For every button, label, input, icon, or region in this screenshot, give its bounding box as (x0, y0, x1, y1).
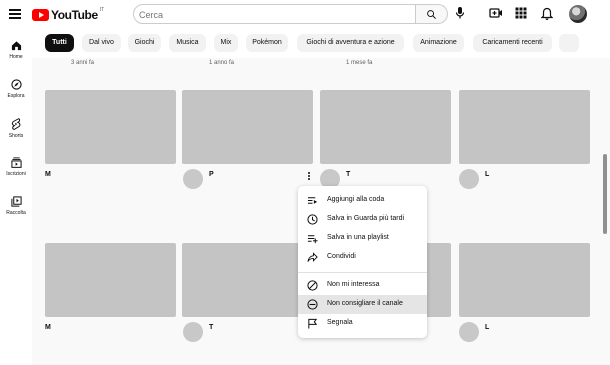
menu-item-label: Condividi (327, 253, 356, 260)
chip-caricamenti-recenti[interactable]: Caricamenti recenti (473, 34, 552, 52)
channel-avatar[interactable] (183, 169, 203, 189)
video-title[interactable]: L (485, 324, 489, 331)
menu-item-label: Non consigliare il canale (327, 300, 403, 307)
flag-icon (308, 318, 318, 329)
chip-tutti[interactable]: Tutti (45, 34, 74, 52)
block-channel-icon (307, 299, 318, 310)
sidebar-item-explore[interactable]: Esplora (0, 79, 32, 99)
youtube-page: YouTube IT Cerca Home Esplora Shorts Isc… (0, 0, 610, 365)
shorts-icon (11, 118, 21, 130)
home-icon (11, 41, 21, 51)
top-header: YouTube IT (0, 0, 610, 30)
chip-musica[interactable]: Musica (169, 34, 206, 52)
video-title[interactable]: M (45, 324, 51, 331)
video-thumbnail[interactable] (459, 90, 590, 164)
clock-icon (307, 214, 318, 225)
user-avatar[interactable] (569, 5, 587, 23)
chip-dal-vivo[interactable]: Dal vivo (82, 34, 121, 52)
video-title[interactable]: M (45, 171, 51, 178)
apps-grid-icon[interactable] (515, 7, 527, 19)
menu-item-label: Segnala (327, 319, 353, 326)
sidebar-label: Shorts (8, 133, 24, 139)
sidebar-label: Esplora (7, 93, 25, 99)
chip-partial[interactable] (559, 34, 579, 52)
sidebar-label: Raccolta (6, 210, 26, 216)
sidebar: Home Esplora Shorts Iscrizioni Raccolta (0, 30, 32, 365)
chip-mix[interactable]: Mix (214, 34, 238, 52)
menu-item-label: Salva in Guarda più tardi (327, 215, 405, 222)
share-icon (307, 252, 318, 262)
video-title[interactable]: T (209, 324, 213, 331)
channel-avatar[interactable] (183, 322, 203, 342)
search-input[interactable] (139, 8, 409, 21)
menu-item-label: Salva in una playlist (327, 234, 389, 241)
category-chips-bar: Tutti Dal vivo Giochi Musica Mix Pokémon… (32, 30, 610, 58)
sidebar-item-subscriptions[interactable]: Iscrizioni (0, 157, 32, 177)
menu-item-report[interactable]: Segnala (298, 314, 427, 333)
library-icon (10, 196, 22, 207)
video-title[interactable]: L (485, 171, 489, 178)
not-interested-icon (307, 280, 318, 291)
add-to-queue-icon (307, 197, 318, 204)
menu-item-dont-recommend-channel[interactable]: Non consigliare il canale (298, 295, 427, 314)
search-icon (427, 10, 436, 19)
more-options-icon[interactable] (306, 172, 312, 182)
menu-item-label: Non mi interessa (327, 281, 380, 288)
menu-item-watch-later[interactable]: Salva in Guarda più tardi (298, 210, 427, 229)
logo-text: YouTube (51, 8, 98, 22)
subscriptions-icon (10, 157, 22, 168)
video-title[interactable]: T (346, 171, 350, 178)
video-thumbnail[interactable] (320, 90, 451, 164)
bell-icon[interactable] (541, 7, 553, 21)
video-date: 3 anni fa (71, 60, 95, 66)
sidebar-label: Home (9, 54, 23, 60)
chip-giochi[interactable]: Giochi (128, 34, 161, 52)
create-video-icon[interactable] (489, 7, 503, 19)
youtube-logo[interactable]: YouTube IT (32, 7, 104, 23)
search-box (133, 4, 416, 24)
channel-avatar[interactable] (459, 169, 479, 189)
menu-item-not-interested[interactable]: Non mi interessa (298, 276, 427, 295)
playlist-add-icon (307, 235, 318, 244)
chip-pokemon[interactable]: Pokémon (246, 34, 288, 52)
video-date: 1 mese fa (346, 60, 373, 66)
sidebar-item-home[interactable]: Home (0, 40, 32, 60)
search-button[interactable] (416, 4, 448, 24)
menu-item-save-playlist[interactable]: Salva in una playlist (298, 229, 427, 248)
menu-item-label: Aggiungi alla coda (327, 196, 385, 203)
microphone-icon[interactable] (455, 6, 465, 20)
menu-item-share[interactable]: Condividi (298, 248, 427, 267)
country-code: IT (99, 7, 105, 13)
compass-icon (10, 79, 22, 90)
sidebar-item-library[interactable]: Raccolta (0, 196, 32, 216)
video-thumbnail[interactable] (45, 90, 176, 164)
video-thumbnail[interactable] (182, 243, 313, 317)
video-title[interactable]: P (209, 171, 214, 178)
chip-animazione[interactable]: Animazione (413, 34, 464, 52)
sidebar-item-shorts[interactable]: Shorts (0, 118, 32, 139)
menu-divider (298, 272, 427, 273)
chip-giochi-avventura[interactable]: Giochi di avventura e azione (297, 34, 404, 52)
youtube-play-icon (32, 9, 49, 21)
menu-item-add-to-queue[interactable]: Aggiungi alla coda (298, 191, 427, 210)
scrollbar-thumb[interactable] (603, 154, 607, 234)
channel-avatar[interactable] (459, 322, 479, 342)
video-thumbnail[interactable] (459, 243, 590, 317)
video-thumbnail[interactable] (45, 243, 176, 317)
menu-icon[interactable] (9, 9, 21, 19)
video-options-menu: Aggiungi alla coda Salva in Guarda più t… (298, 186, 427, 338)
sidebar-label: Iscrizioni (6, 171, 26, 177)
video-thumbnail[interactable] (182, 90, 313, 164)
video-date: 1 anno fa (209, 60, 235, 66)
